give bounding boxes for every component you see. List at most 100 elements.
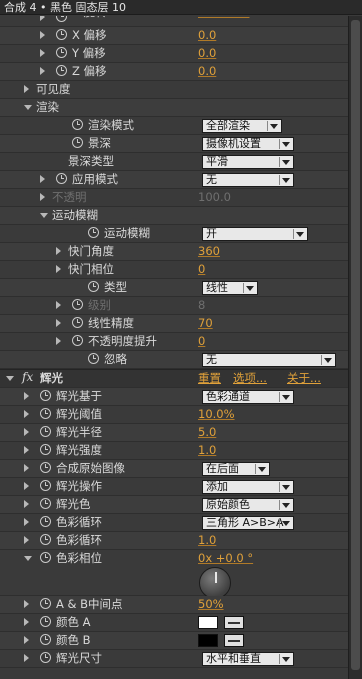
property-dropdown[interactable]: 摄像机设置 [202, 137, 294, 151]
stopwatch-icon[interactable] [88, 281, 99, 292]
stopwatch-icon[interactable] [40, 462, 51, 473]
property-dropdown[interactable]: 无 [202, 173, 294, 187]
collapse-triangle-icon[interactable] [24, 600, 29, 608]
property-value[interactable]: 10.0% [198, 407, 235, 422]
scrollbar-thumb[interactable] [351, 20, 360, 670]
property-dropdown[interactable]: 全部渲染 [202, 119, 282, 133]
collapse-triangle-icon[interactable] [56, 301, 61, 309]
stopwatch-icon[interactable] [72, 317, 83, 328]
property-value[interactable]: 50% [198, 597, 224, 612]
collapse-triangle-icon[interactable] [56, 247, 61, 255]
property-value[interactable]: 5.0 [198, 425, 216, 440]
color-swatch[interactable] [198, 616, 218, 629]
property-value[interactable]: 0.0 [198, 64, 216, 79]
stopwatch-icon[interactable] [56, 16, 67, 22]
collapse-triangle-icon[interactable] [40, 49, 45, 57]
stopwatch-icon[interactable] [72, 137, 83, 148]
eyedropper-icon[interactable] [224, 634, 244, 647]
property-value[interactable]: 0x +0.0 ° [198, 551, 253, 566]
dropdown-separator [279, 500, 280, 510]
collapse-triangle-icon[interactable] [40, 175, 45, 183]
property-value[interactable]: 0.0 [198, 28, 216, 43]
collapse-triangle-icon[interactable] [24, 410, 29, 418]
property-dropdown[interactable]: 平滑 [202, 155, 294, 169]
stopwatch-icon[interactable] [72, 299, 83, 310]
property-value[interactable]: 360 [198, 244, 220, 259]
property-value[interactable]: 8 [198, 298, 205, 313]
collapse-triangle-icon[interactable] [24, 618, 29, 626]
property-dropdown[interactable]: 色彩通道 [202, 390, 294, 404]
expand-triangle-icon[interactable] [24, 105, 32, 110]
property-value[interactable]: 0.0 [198, 46, 216, 61]
collapse-triangle-icon[interactable] [40, 31, 45, 39]
collapse-triangle-icon[interactable] [24, 500, 29, 508]
collapse-triangle-icon[interactable] [24, 654, 29, 662]
property-value[interactable]: 0 [198, 334, 205, 349]
property-row: 可见度 [0, 81, 348, 99]
stopwatch-icon[interactable] [40, 408, 51, 419]
stopwatch-icon[interactable] [56, 29, 67, 40]
stopwatch-icon[interactable] [40, 498, 51, 509]
stopwatch-icon[interactable] [56, 65, 67, 76]
options-link[interactable]: 选项... [233, 371, 267, 386]
collapse-triangle-icon[interactable] [24, 446, 29, 454]
collapse-triangle-icon[interactable] [24, 536, 29, 544]
stopwatch-icon[interactable] [88, 353, 99, 364]
property-value[interactable]: 70 [198, 316, 213, 331]
collapse-triangle-icon[interactable] [24, 636, 29, 644]
property-value[interactable]: 1.0 [198, 443, 216, 458]
stopwatch-icon[interactable] [56, 173, 67, 184]
fx-toggle-icon[interactable]: fx [22, 370, 33, 384]
property-dropdown[interactable]: 水平和垂直 [202, 652, 294, 666]
stopwatch-icon[interactable] [40, 390, 51, 401]
property-value[interactable]: 0x +0.0° [198, 16, 249, 20]
stopwatch-icon[interactable] [56, 47, 67, 58]
stopwatch-icon[interactable] [40, 652, 51, 663]
stopwatch-icon[interactable] [40, 426, 51, 437]
collapse-triangle-icon[interactable] [40, 16, 45, 21]
property-dropdown[interactable]: 三角形 A>B>A [202, 516, 294, 530]
property-dropdown[interactable]: 原始颜色 [202, 498, 294, 512]
angle-dial[interactable] [199, 567, 231, 599]
collapse-triangle-icon[interactable] [56, 319, 61, 327]
collapse-triangle-icon[interactable] [24, 85, 29, 93]
property-dropdown[interactable]: 开 [202, 227, 308, 241]
property-value[interactable]: 100.0 [198, 190, 231, 205]
collapse-triangle-icon[interactable] [24, 464, 29, 472]
collapse-triangle-icon[interactable] [24, 428, 29, 436]
stopwatch-icon[interactable] [40, 616, 51, 627]
stopwatch-icon[interactable] [40, 480, 51, 491]
stopwatch-icon[interactable] [72, 335, 83, 346]
color-swatch[interactable] [198, 634, 218, 647]
property-dropdown[interactable]: 无 [202, 353, 336, 367]
eyedropper-icon[interactable] [224, 616, 244, 629]
stopwatch-icon[interactable] [72, 119, 83, 130]
property-value[interactable]: 1.0 [198, 533, 216, 548]
collapse-triangle-icon[interactable] [24, 392, 29, 400]
stopwatch-icon[interactable] [40, 552, 51, 563]
dropdown-value: 全部渲染 [206, 119, 250, 132]
property-dropdown[interactable]: 在后面 [202, 462, 270, 476]
collapse-triangle-icon[interactable] [40, 67, 45, 75]
stopwatch-icon[interactable] [40, 634, 51, 645]
collapse-triangle-icon[interactable] [56, 265, 61, 273]
expand-triangle-icon[interactable] [24, 556, 32, 561]
property-dropdown[interactable]: 线性 [202, 281, 258, 295]
stopwatch-icon[interactable] [88, 227, 99, 238]
collapse-triangle-icon[interactable] [24, 518, 29, 526]
collapse-triangle-icon[interactable] [6, 376, 14, 381]
property-value[interactable]: 0 [198, 262, 205, 277]
collapse-triangle-icon[interactable] [56, 337, 61, 345]
expand-triangle-icon[interactable] [40, 213, 48, 218]
stopwatch-icon[interactable] [40, 534, 51, 545]
collapse-triangle-icon[interactable] [24, 482, 29, 490]
vertical-scrollbar[interactable] [348, 16, 362, 679]
property-dropdown[interactable]: 添加 [202, 480, 294, 494]
collapse-triangle-icon[interactable] [40, 193, 45, 201]
about-link[interactable]: 关于... [287, 371, 321, 386]
stopwatch-icon[interactable] [40, 598, 51, 609]
stopwatch-icon[interactable] [40, 516, 51, 527]
reset-link[interactable]: 重置 [198, 371, 221, 386]
dropdown-value: 平滑 [206, 155, 228, 168]
stopwatch-icon[interactable] [40, 444, 51, 455]
